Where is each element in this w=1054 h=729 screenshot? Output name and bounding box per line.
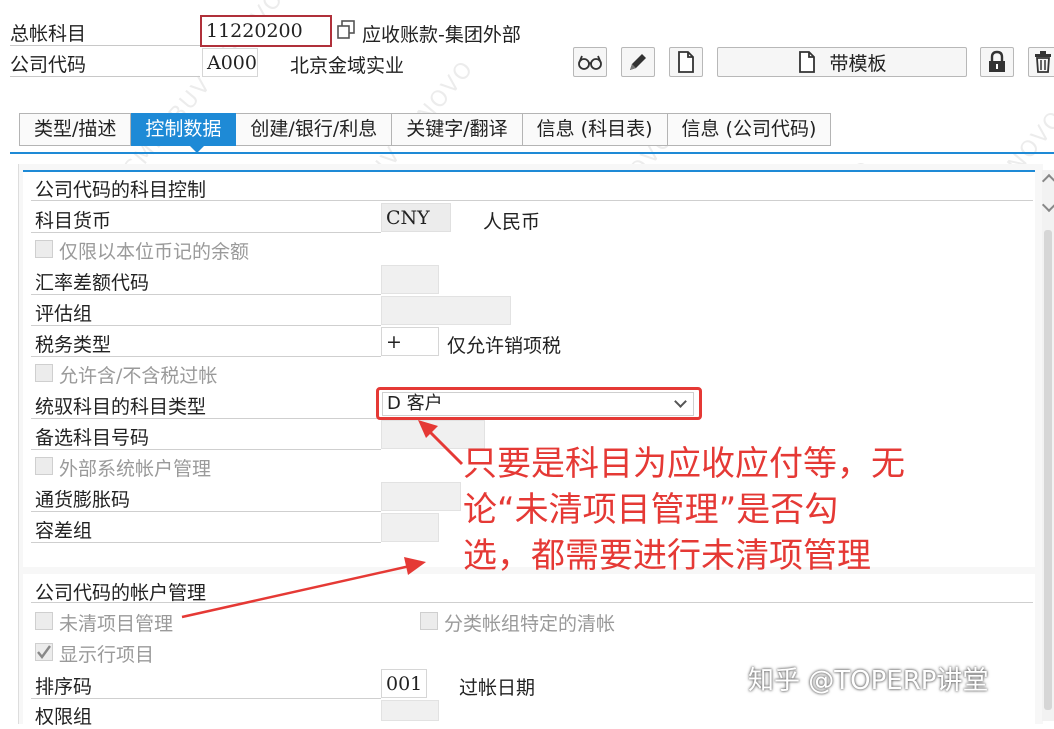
- arrow-to-dropdown: [418, 420, 464, 466]
- footer-watermark: 知乎 @TOPERP讲堂: [748, 666, 989, 696]
- annotation-line-2: 论“未清项目管理”是否勾: [463, 490, 839, 530]
- arrow-from-open-item: [181, 557, 426, 619]
- annotation-line-3: 选，都需要进行未清项管理: [463, 536, 871, 576]
- annotation-line-1: 只要是科目为应收应付等，无: [463, 444, 905, 484]
- annotation-arrows: [181, 420, 464, 619]
